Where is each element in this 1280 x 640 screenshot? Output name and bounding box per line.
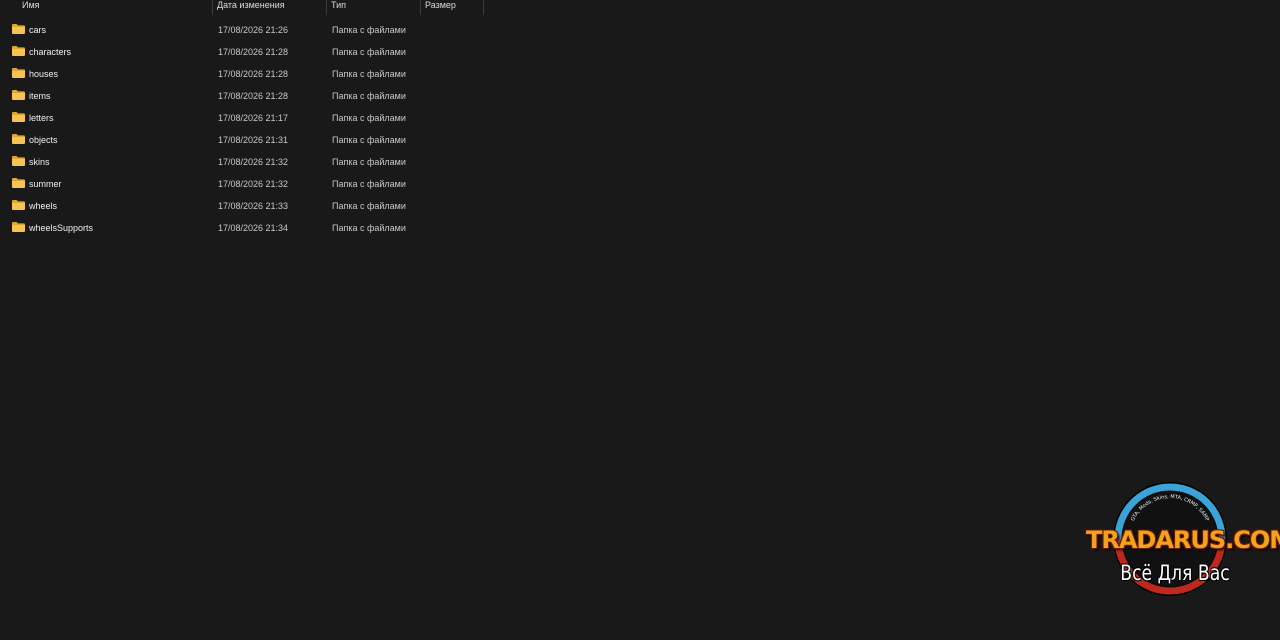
file-row[interactable]: objects 17/08/2026 21:31 Папка с файлами [0, 129, 480, 151]
file-name[interactable]: skins [29, 157, 50, 167]
file-date-modified: 17/08/2026 21:32 [218, 179, 289, 189]
file-name[interactable]: letters [29, 113, 54, 123]
column-divider[interactable] [483, 0, 484, 15]
file-date-modified: 17/08/2026 21:34 [218, 223, 289, 233]
file-type: Папка с файлами [332, 113, 406, 123]
column-header-type[interactable]: Тип [327, 0, 420, 14]
column-header-date[interactable]: Дата изменения [213, 0, 326, 14]
folder-icon [12, 112, 25, 122]
file-name[interactable]: houses [29, 69, 58, 79]
file-row[interactable]: items 17/08/2026 21:28 Папка с файлами [0, 85, 480, 107]
file-row[interactable]: letters 17/08/2026 21:17 Папка с файлами [0, 107, 480, 129]
folder-icon [12, 24, 25, 34]
file-type: Папка с файлами [332, 179, 406, 189]
file-date-modified: 17/08/2026 21:26 [218, 25, 289, 35]
folder-icon [12, 156, 25, 166]
folder-icon [12, 46, 25, 56]
file-name[interactable]: wheels [29, 201, 57, 211]
file-type: Папка с файлами [332, 25, 406, 35]
file-type: Папка с файлами [332, 47, 406, 57]
file-name[interactable]: cars [29, 25, 46, 35]
logo-tagline: Всё Для Вас [1120, 561, 1230, 585]
file-row[interactable]: summer 17/08/2026 21:32 Папка с файлами [0, 173, 480, 195]
file-type: Папка с файлами [332, 201, 406, 211]
file-name[interactable]: wheelsSupports [29, 223, 93, 233]
file-explorer-view: Имя Дата изменения Тип Размер cars 17/08/… [0, 0, 1280, 640]
column-header-name[interactable]: Имя [18, 0, 212, 14]
folder-icon [12, 178, 25, 188]
folder-icon [12, 222, 25, 232]
tradarus-watermark-logo: GTA, Mods, Skins, MTA, CRMP, SAMP TRADAR… [1082, 476, 1280, 604]
file-date-modified: 17/08/2026 21:33 [218, 201, 289, 211]
file-type: Папка с файлами [332, 157, 406, 167]
file-name[interactable]: characters [29, 47, 71, 57]
file-date-modified: 17/08/2026 21:17 [218, 113, 289, 123]
file-name[interactable]: items [29, 91, 51, 101]
file-name[interactable]: summer [29, 179, 62, 189]
folder-icon [12, 200, 25, 210]
file-type: Папка с файлами [332, 223, 406, 233]
folder-icon [12, 134, 25, 144]
file-date-modified: 17/08/2026 21:32 [218, 157, 289, 167]
file-list: cars 17/08/2026 21:26 Папка с файлами chara… [0, 19, 480, 239]
file-type: Папка с файлами [332, 69, 406, 79]
file-row[interactable]: wheelsSupports 17/08/2026 21:34 Папка с фа… [0, 217, 480, 239]
file-row[interactable]: cars 17/08/2026 21:26 Папка с файлами [0, 19, 480, 41]
file-date-modified: 17/08/2026 21:28 [218, 69, 289, 79]
column-header-bar: Имя Дата изменения Тип Размер [0, 0, 484, 15]
file-row[interactable]: wheels 17/08/2026 21:33 Папка с файлами [0, 195, 480, 217]
file-date-modified: 17/08/2026 21:31 [218, 135, 289, 145]
column-header-size[interactable]: Размер [421, 0, 484, 14]
logo-brand-text: TRADARUS.COM [1086, 526, 1280, 554]
file-type: Папка с файлами [332, 135, 406, 145]
file-row[interactable]: houses 17/08/2026 21:28 Папка с файлами [0, 63, 480, 85]
file-row[interactable]: skins 17/08/2026 21:32 Папка с файлами [0, 151, 480, 173]
file-date-modified: 17/08/2026 21:28 [218, 47, 289, 57]
file-name[interactable]: objects [29, 135, 58, 145]
folder-icon [12, 90, 25, 100]
file-type: Папка с файлами [332, 91, 406, 101]
file-date-modified: 17/08/2026 21:28 [218, 91, 289, 101]
folder-icon [12, 68, 25, 78]
file-row[interactable]: characters 17/08/2026 21:28 Папка с файлам… [0, 41, 480, 63]
